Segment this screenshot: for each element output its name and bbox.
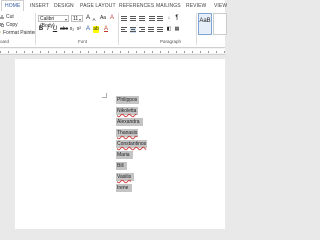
- horizontal-ruler: [0, 48, 225, 55]
- borders-button[interactable]: ▦: [174, 26, 180, 33]
- tab-insert[interactable]: INSERT: [30, 1, 49, 11]
- document-line[interactable]: Irene: [116, 184, 132, 192]
- cut-button[interactable]: Cut: [0, 14, 14, 20]
- ruler-scale: [0, 49, 225, 53]
- tab-view[interactable]: VIEW: [214, 1, 227, 11]
- bullets-icon[interactable]: [121, 16, 127, 22]
- clipboard-group-label: oard: [0, 39, 10, 44]
- align-left-icon[interactable]: [121, 27, 127, 33]
- document-line[interactable]: Thanasis: [116, 129, 138, 137]
- margin-corner-mark: [102, 93, 107, 98]
- highlight-button[interactable]: ab: [93, 26, 99, 33]
- paintbrush-icon: [0, 30, 1, 33]
- format-painter-button[interactable]: Format Painter: [0, 30, 36, 36]
- cut-label: Cut: [6, 14, 14, 20]
- copy-label: Copy: [6, 22, 18, 28]
- style-normal-sample: AaB: [199, 18, 211, 24]
- paragraph-group-label: Paragraph: [160, 39, 182, 44]
- font-size-select[interactable]: 11 ▾: [71, 15, 83, 22]
- italic-button[interactable]: I: [45, 26, 51, 33]
- document-line[interactable]: Bill: [116, 162, 127, 170]
- document-line[interactable]: Constantinos: [116, 140, 147, 148]
- ribbon: Cut Copy Format Painter oard Calibri (Bo…: [0, 11, 227, 48]
- style-no-spacing[interactable]: [213, 13, 227, 35]
- scissors-icon: [0, 14, 4, 19]
- chevron-down-icon: ▾: [64, 17, 67, 22]
- shrink-font-button[interactable]: A: [91, 16, 97, 23]
- group-divider: [35, 13, 36, 45]
- copy-icon: [0, 22, 4, 27]
- copy-button[interactable]: Copy: [0, 22, 18, 28]
- shading-button[interactable]: ◧: [166, 26, 172, 33]
- sort-button[interactable]: ↓: [166, 15, 172, 22]
- font-group-label: Font: [78, 39, 88, 44]
- font-color-button[interactable]: A: [103, 26, 109, 33]
- format-painter-label: Format Painter: [3, 30, 37, 36]
- clear-formatting-button[interactable]: A: [109, 15, 115, 22]
- font-name-select[interactable]: Calibri (Body) ▾: [38, 15, 69, 29]
- justify-icon[interactable]: [148, 27, 154, 33]
- document-line[interactable]: Vasilis: [116, 173, 134, 181]
- superscript-button[interactable]: x²: [76, 26, 82, 33]
- chevron-down-icon: ▾: [78, 17, 81, 22]
- style-normal[interactable]: AaB: [198, 13, 212, 35]
- tab-references[interactable]: REFERENCES: [119, 1, 154, 11]
- document-page[interactable]: Philippos Nikoletta Alexandra Thanasis Const…: [15, 59, 225, 229]
- document-line[interactable]: Philippos: [116, 96, 139, 104]
- tab-mailings[interactable]: MAILINGS: [156, 1, 181, 11]
- show-marks-button[interactable]: ¶: [174, 15, 180, 22]
- numbering-icon[interactable]: [130, 16, 136, 22]
- decrease-indent-icon[interactable]: [149, 16, 155, 22]
- document-line[interactable]: Alexandra: [116, 118, 143, 126]
- increase-indent-icon[interactable]: [157, 16, 163, 22]
- group-divider: [118, 13, 119, 45]
- underline-button[interactable]: U: [52, 26, 58, 33]
- text-effects-button[interactable]: A: [85, 26, 91, 33]
- font-size-value: 11: [73, 16, 79, 22]
- group-divider: [196, 13, 197, 45]
- tab-review[interactable]: REVIEW: [186, 1, 206, 11]
- document-line[interactable]: Maria: [116, 151, 133, 159]
- multilevel-list-icon[interactable]: [139, 16, 145, 22]
- tab-design[interactable]: DESIGN: [54, 1, 74, 11]
- bold-button[interactable]: B: [38, 26, 44, 33]
- subscript-button[interactable]: x₂: [69, 26, 75, 33]
- align-center-icon[interactable]: [130, 27, 136, 33]
- document-line[interactable]: Nikoletta: [116, 107, 138, 115]
- line-spacing-icon[interactable]: [157, 27, 163, 33]
- tab-page-layout[interactable]: PAGE LAYOUT: [80, 1, 116, 11]
- change-case-button[interactable]: Aa: [98, 15, 108, 22]
- align-right-icon[interactable]: [139, 27, 145, 33]
- strikethrough-button[interactable]: abc: [60, 26, 68, 33]
